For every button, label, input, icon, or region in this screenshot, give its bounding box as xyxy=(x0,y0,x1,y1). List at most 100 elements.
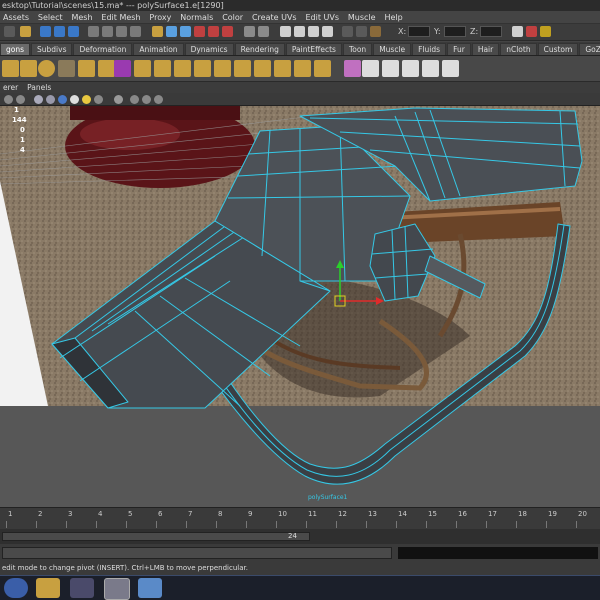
poly-sphere-icon[interactable] xyxy=(38,60,55,77)
fill-hole-icon[interactable] xyxy=(194,60,211,77)
snap-grid-icon[interactable] xyxy=(166,26,177,37)
ipr-render-icon[interactable] xyxy=(308,26,319,37)
channel-box-icon[interactable] xyxy=(540,26,551,37)
smooth-shade-icon[interactable] xyxy=(46,95,55,104)
menu-assets[interactable]: Assets xyxy=(0,11,32,23)
menu-set-dropdown[interactable] xyxy=(4,26,15,37)
start-orb-icon[interactable] xyxy=(4,578,28,598)
collapse-icon[interactable] xyxy=(314,60,331,77)
pick-face-icon[interactable] xyxy=(130,26,141,37)
append-polygon-icon[interactable] xyxy=(174,60,191,77)
input-line-mode-icon[interactable] xyxy=(342,26,353,37)
poly-cone-icon[interactable] xyxy=(2,60,19,77)
uv-editor-icon[interactable] xyxy=(344,60,361,77)
bevel-icon[interactable] xyxy=(274,60,291,77)
select-component-icon[interactable] xyxy=(68,26,79,37)
explorer-icon[interactable] xyxy=(36,578,60,598)
textured-icon[interactable] xyxy=(70,95,79,104)
bridge-icon[interactable] xyxy=(154,60,171,77)
menu-panels[interactable]: Panels xyxy=(24,82,54,93)
make-live-icon[interactable] xyxy=(222,26,233,37)
history-icon[interactable] xyxy=(244,26,255,37)
shelf-tab-gozbrush[interactable]: GoZBrush xyxy=(579,43,600,55)
attribute-editor-icon[interactable] xyxy=(512,26,523,37)
shelf-tab-subdivs[interactable]: Subdivs xyxy=(31,43,73,55)
shelf-tab-dynamics[interactable]: Dynamics xyxy=(184,43,234,55)
paint-icon[interactable] xyxy=(138,578,162,598)
shelf-tab-hair[interactable]: Hair xyxy=(471,43,500,55)
camera-select-icon[interactable] xyxy=(4,95,13,104)
time-slider[interactable]: 1 2 3 4 5 6 7 8 9 10 11 12 13 14 15 16 17 18 19 20 xyxy=(0,507,600,529)
command-input[interactable] xyxy=(2,547,392,559)
xray-icon[interactable] xyxy=(130,95,139,104)
render-frame-icon[interactable] xyxy=(294,26,305,37)
cylindrical-mapping-icon[interactable] xyxy=(402,60,419,77)
automatic-mapping-icon[interactable] xyxy=(422,60,439,77)
pick-vertex-icon[interactable] xyxy=(102,26,113,37)
tool-settings-icon[interactable] xyxy=(526,26,537,37)
select-hierarchy-icon[interactable] xyxy=(40,26,51,37)
perspective-viewport[interactable]: 1 144 0 1 4 polySurface1 xyxy=(0,106,600,507)
menu-proxy[interactable]: Proxy xyxy=(146,11,174,23)
menu-color[interactable]: Color xyxy=(219,11,246,23)
isolate-select-icon[interactable] xyxy=(114,95,123,104)
merge-icon[interactable] xyxy=(294,60,311,77)
menu-edit-uvs[interactable]: Edit UVs xyxy=(302,11,342,23)
menu-normals[interactable]: Normals xyxy=(177,11,216,23)
menu-select[interactable]: Select xyxy=(35,11,66,23)
combine-icon[interactable] xyxy=(58,60,75,77)
menu-muscle[interactable]: Muscle xyxy=(345,11,379,23)
checker-map-icon[interactable] xyxy=(362,60,379,77)
shelf-tab-ncloth[interactable]: nCloth xyxy=(500,43,537,55)
shelf-tab-animation[interactable]: Animation xyxy=(133,43,184,55)
transform-mode-icon[interactable] xyxy=(356,26,367,37)
camera-attributes-icon[interactable] xyxy=(16,95,25,104)
offset-edge-loop-icon[interactable] xyxy=(254,60,271,77)
menu-mesh[interactable]: Mesh xyxy=(68,11,95,23)
extrude-icon[interactable] xyxy=(134,60,151,77)
shelf-tab-fur[interactable]: Fur xyxy=(447,43,471,55)
separate-icon[interactable] xyxy=(78,60,95,77)
range-bar[interactable] xyxy=(2,532,310,541)
maya-icon[interactable] xyxy=(104,578,130,600)
render-settings-icon[interactable] xyxy=(322,26,333,37)
xray-joints-icon[interactable] xyxy=(142,95,151,104)
x-input[interactable] xyxy=(408,26,430,37)
shelf-tab-rendering[interactable]: Rendering xyxy=(234,43,285,55)
menu-edit-mesh[interactable]: Edit Mesh xyxy=(98,11,143,23)
range-slider[interactable]: 24 xyxy=(0,529,600,544)
open-scene-icon[interactable] xyxy=(20,26,31,37)
wireframe-on-shaded-icon[interactable] xyxy=(58,95,67,104)
transform-options-icon[interactable] xyxy=(370,26,381,37)
shelf-tab-painteffects[interactable]: PaintEffects xyxy=(285,43,342,55)
insert-edge-loop-icon[interactable] xyxy=(234,60,251,77)
pick-mask-icon[interactable] xyxy=(88,26,99,37)
select-object-icon[interactable] xyxy=(54,26,65,37)
shelf-tab-toon[interactable]: Toon xyxy=(342,43,373,55)
snap-point-icon[interactable] xyxy=(194,26,205,37)
menu-renderer[interactable]: erer xyxy=(0,82,21,93)
shelf-tab-polygons[interactable]: gons xyxy=(0,43,31,55)
gozbrush-icon[interactable] xyxy=(442,60,459,77)
menu-help[interactable]: Help xyxy=(381,11,405,23)
shelf-tab-fluids[interactable]: Fluids xyxy=(412,43,447,55)
snap-plane-icon[interactable] xyxy=(208,26,219,37)
snap-curve-icon[interactable] xyxy=(180,26,191,37)
shadows-icon[interactable] xyxy=(94,95,103,104)
shelf-tab-muscle[interactable]: Muscle xyxy=(373,43,412,55)
current-frame-field[interactable]: 24 xyxy=(288,532,297,540)
inputs-icon[interactable] xyxy=(258,26,269,37)
render-view-icon[interactable] xyxy=(280,26,291,37)
planar-mapping-icon[interactable] xyxy=(382,60,399,77)
shelf-tab-deformation[interactable]: Deformation xyxy=(73,43,133,55)
z-input[interactable] xyxy=(480,26,502,37)
resolution-gate-icon[interactable] xyxy=(154,95,163,104)
pick-edge-icon[interactable] xyxy=(116,26,127,37)
menu-create-uvs[interactable]: Create UVs xyxy=(249,11,300,23)
wireframe-icon[interactable] xyxy=(34,95,43,104)
y-input[interactable] xyxy=(444,26,466,37)
split-polygon-icon[interactable] xyxy=(214,60,231,77)
poly-cube-icon[interactable] xyxy=(20,60,37,77)
use-all-lights-icon[interactable] xyxy=(82,95,91,104)
smooth-icon[interactable] xyxy=(114,60,131,77)
